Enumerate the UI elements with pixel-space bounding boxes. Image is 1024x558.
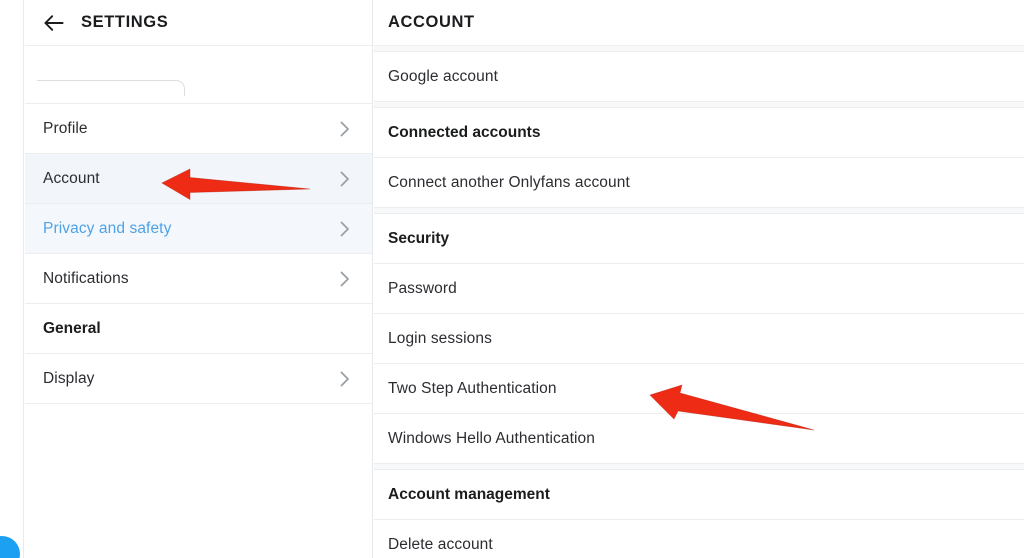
- account-item-two-step-authentication[interactable]: Two Step Authentication: [374, 364, 1024, 414]
- account-item-label: Two Step Authentication: [388, 379, 557, 397]
- sidebar-section-general: General: [25, 304, 372, 354]
- account-item-label: Password: [388, 279, 457, 297]
- account-item-login-sessions[interactable]: Login sessions: [374, 314, 1024, 364]
- chevron-right-icon: [338, 271, 352, 286]
- account-item-google-account[interactable]: Google account: [374, 52, 1024, 102]
- account-item-label: Google account: [388, 67, 498, 85]
- chevron-right-icon: [338, 221, 352, 236]
- settings-screen: SETTINGS Profile Account Privacy and safet…: [0, 0, 1024, 558]
- left-gutter: [0, 0, 24, 558]
- content-header: ACCOUNT: [374, 0, 1024, 46]
- sidebar-item-label: Profile: [43, 119, 88, 137]
- account-item-label: Login sessions: [388, 329, 492, 347]
- page-title: SETTINGS: [81, 13, 169, 31]
- chevron-right-icon: [338, 171, 352, 186]
- account-item-connect-another-onlyfans-account[interactable]: Connect another Onlyfans account: [374, 158, 1024, 208]
- back-arrow-icon[interactable]: [41, 10, 67, 36]
- account-section-label: Account management: [388, 485, 550, 503]
- account-section-label: Security: [388, 229, 450, 247]
- account-item-label: Connect another Onlyfans account: [388, 173, 630, 191]
- account-item-delete-account[interactable]: Delete account: [374, 520, 1024, 558]
- account-item-windows-hello-authentication[interactable]: Windows Hello Authentication: [374, 414, 1024, 464]
- sidebar-item-profile[interactable]: Profile: [25, 104, 372, 154]
- account-panel: ACCOUNT Google account Connected accounts…: [374, 0, 1024, 558]
- content-title: ACCOUNT: [388, 13, 475, 31]
- settings-sidebar: SETTINGS Profile Account Privacy and safet…: [25, 0, 373, 558]
- sidebar-item-label: Display: [43, 369, 95, 387]
- account-section-label: Connected accounts: [388, 123, 541, 141]
- account-item-list: Google account Connected accounts Connect …: [374, 52, 1024, 558]
- sidebar-item-privacy-and-safety[interactable]: Privacy and safety: [25, 204, 372, 254]
- chevron-right-icon: [338, 121, 352, 136]
- sidebar-item-label: Notifications: [43, 269, 129, 287]
- chevron-right-icon: [338, 371, 352, 386]
- account-item-password[interactable]: Password: [374, 264, 1024, 314]
- sidebar-item-label: Privacy and safety: [43, 219, 172, 237]
- sidebar-item-display[interactable]: Display: [25, 354, 372, 404]
- account-item-label: Windows Hello Authentication: [388, 429, 595, 447]
- profile-card-placeholder: [25, 46, 372, 104]
- account-section-security: Security: [374, 214, 1024, 264]
- account-section-account-management: Account management: [374, 470, 1024, 520]
- sidebar-header: SETTINGS: [25, 0, 372, 46]
- sidebar-item-notifications[interactable]: Notifications: [25, 254, 372, 304]
- sidebar-item-list: Profile Account Privacy and safety Notifica…: [25, 104, 372, 404]
- sidebar-item-account[interactable]: Account: [25, 154, 372, 204]
- account-item-label: Delete account: [388, 535, 493, 553]
- sidebar-item-label: Account: [43, 169, 100, 187]
- placeholder-line: [37, 80, 185, 96]
- sidebar-section-label: General: [43, 319, 101, 337]
- sidebar-empty-area: [25, 404, 372, 524]
- account-section-connected-accounts: Connected accounts: [374, 108, 1024, 158]
